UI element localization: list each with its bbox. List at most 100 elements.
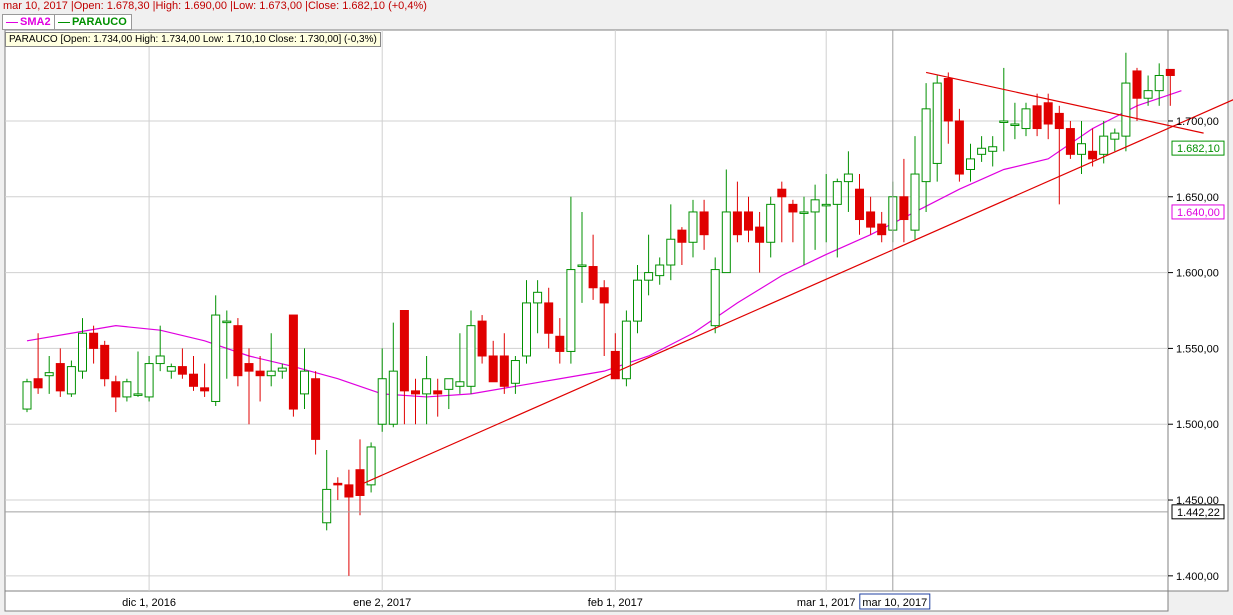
candle-body [522, 302, 531, 357]
candle-body [244, 363, 254, 372]
candle-body [1143, 90, 1153, 99]
candle-body [633, 279, 642, 322]
candle-body [610, 350, 620, 380]
candle-body [33, 378, 43, 389]
x-axis-panel [4, 590, 1169, 612]
candle-body [233, 325, 243, 377]
candle-body [166, 366, 176, 372]
y-tick-label: 1.550,00 [1176, 343, 1219, 355]
candle-body [755, 226, 765, 243]
candle-body [211, 314, 221, 402]
candle-body [799, 211, 809, 214]
candle-body [766, 203, 776, 243]
legend-item-sma2[interactable]: SMA2 [2, 14, 59, 30]
candle-body [877, 223, 887, 236]
y-tick-label: 1.650,00 [1176, 192, 1219, 204]
candle-body [433, 390, 443, 395]
x-tick-label: dic 1, 2016 [122, 597, 176, 609]
candle-body [344, 484, 354, 498]
candle-body [810, 199, 820, 213]
candle-body [122, 381, 132, 398]
candle-body [699, 211, 709, 236]
candle-body [89, 332, 99, 349]
candle-body [977, 147, 987, 155]
candle-body [44, 372, 54, 377]
candle-body [144, 363, 154, 398]
candle-body [499, 355, 509, 387]
candle-body [177, 366, 187, 375]
candle-body [1032, 105, 1042, 130]
candle-body [677, 229, 687, 243]
candle-body [555, 335, 565, 352]
ohlc-text: mar 10, 2017 |Open: 1.678,30 |High: 1.69… [3, 0, 427, 12]
y-tick-label: 1.600,00 [1176, 268, 1219, 280]
candle-body [855, 188, 864, 221]
candle-body [477, 320, 487, 357]
candle-body [411, 390, 420, 395]
candle-body [599, 287, 609, 304]
candle-body [1010, 123, 1020, 127]
candle-body [189, 373, 198, 387]
candle-body [921, 108, 931, 183]
x-tick-label: mar 1, 2017 [797, 597, 856, 609]
candle-body [1110, 132, 1120, 140]
candle-body [988, 146, 998, 152]
candle-body [288, 314, 298, 410]
y-tick-label: 1.400,00 [1176, 571, 1219, 583]
candle-info-box: PARAUCO [Open: 1.734,00 High: 1.734,00 L… [5, 32, 381, 47]
candle-body [1099, 135, 1109, 155]
candle-body [111, 381, 121, 398]
candle-body [843, 173, 853, 183]
candle-body [377, 378, 387, 425]
price-tag-label: 1.682,10 [1177, 143, 1220, 155]
candle-body [355, 469, 365, 496]
candle-body [399, 310, 409, 392]
candle-body [333, 482, 343, 486]
crosshair-date-label: mar 10, 2017 [862, 597, 927, 609]
candle-body [444, 378, 454, 390]
candle-body [1154, 74, 1164, 92]
candle-body [388, 370, 398, 425]
candle-body [1065, 128, 1075, 155]
candle-body [488, 355, 498, 383]
candle-body [666, 238, 676, 266]
candle-body [621, 320, 631, 380]
candle-body [1121, 82, 1131, 137]
candle-body [200, 387, 210, 392]
stock-chart[interactable]: 1.400,001.450,001.500,001.550,001.600,00… [0, 0, 1233, 615]
candle-body [954, 120, 964, 175]
candle-body [300, 370, 309, 395]
candle-body [277, 367, 287, 372]
candle-body [866, 211, 876, 228]
candle-body [100, 344, 110, 380]
legend-item-parauco[interactable]: PARAUCO [54, 14, 132, 30]
candle-body [55, 363, 65, 392]
candle-body [22, 381, 32, 410]
candle-body [732, 211, 742, 236]
ohlc-header: mar 10, 2017 |Open: 1.678,30 |High: 1.69… [0, 0, 1233, 13]
candle-body [255, 370, 265, 377]
candle-body [266, 370, 276, 377]
candle-body [466, 325, 476, 387]
candle-body [910, 173, 920, 231]
candle-body [788, 203, 798, 213]
y-tick-label: 1.500,00 [1176, 419, 1219, 431]
candle-body [66, 366, 76, 395]
price-tag-label: 1.640,00 [1177, 207, 1220, 219]
candle-body [932, 82, 942, 164]
candle-body [644, 272, 654, 281]
x-tick-label: ene 2, 2017 [353, 597, 411, 609]
candle-body [688, 211, 698, 243]
candle-body [1165, 68, 1175, 76]
candle-body [966, 158, 975, 170]
legend-swatch-parauco [58, 21, 70, 23]
candle-body [655, 264, 665, 277]
candle-body [422, 378, 432, 395]
candle-body [133, 393, 143, 396]
candle-body [1054, 112, 1064, 130]
candle-body [322, 488, 332, 524]
candle-info-text: PARAUCO [Open: 1.734,00 High: 1.734,00 L… [9, 34, 377, 45]
candle-body [710, 269, 720, 327]
candle-body [744, 211, 753, 231]
candle-body [78, 332, 87, 372]
